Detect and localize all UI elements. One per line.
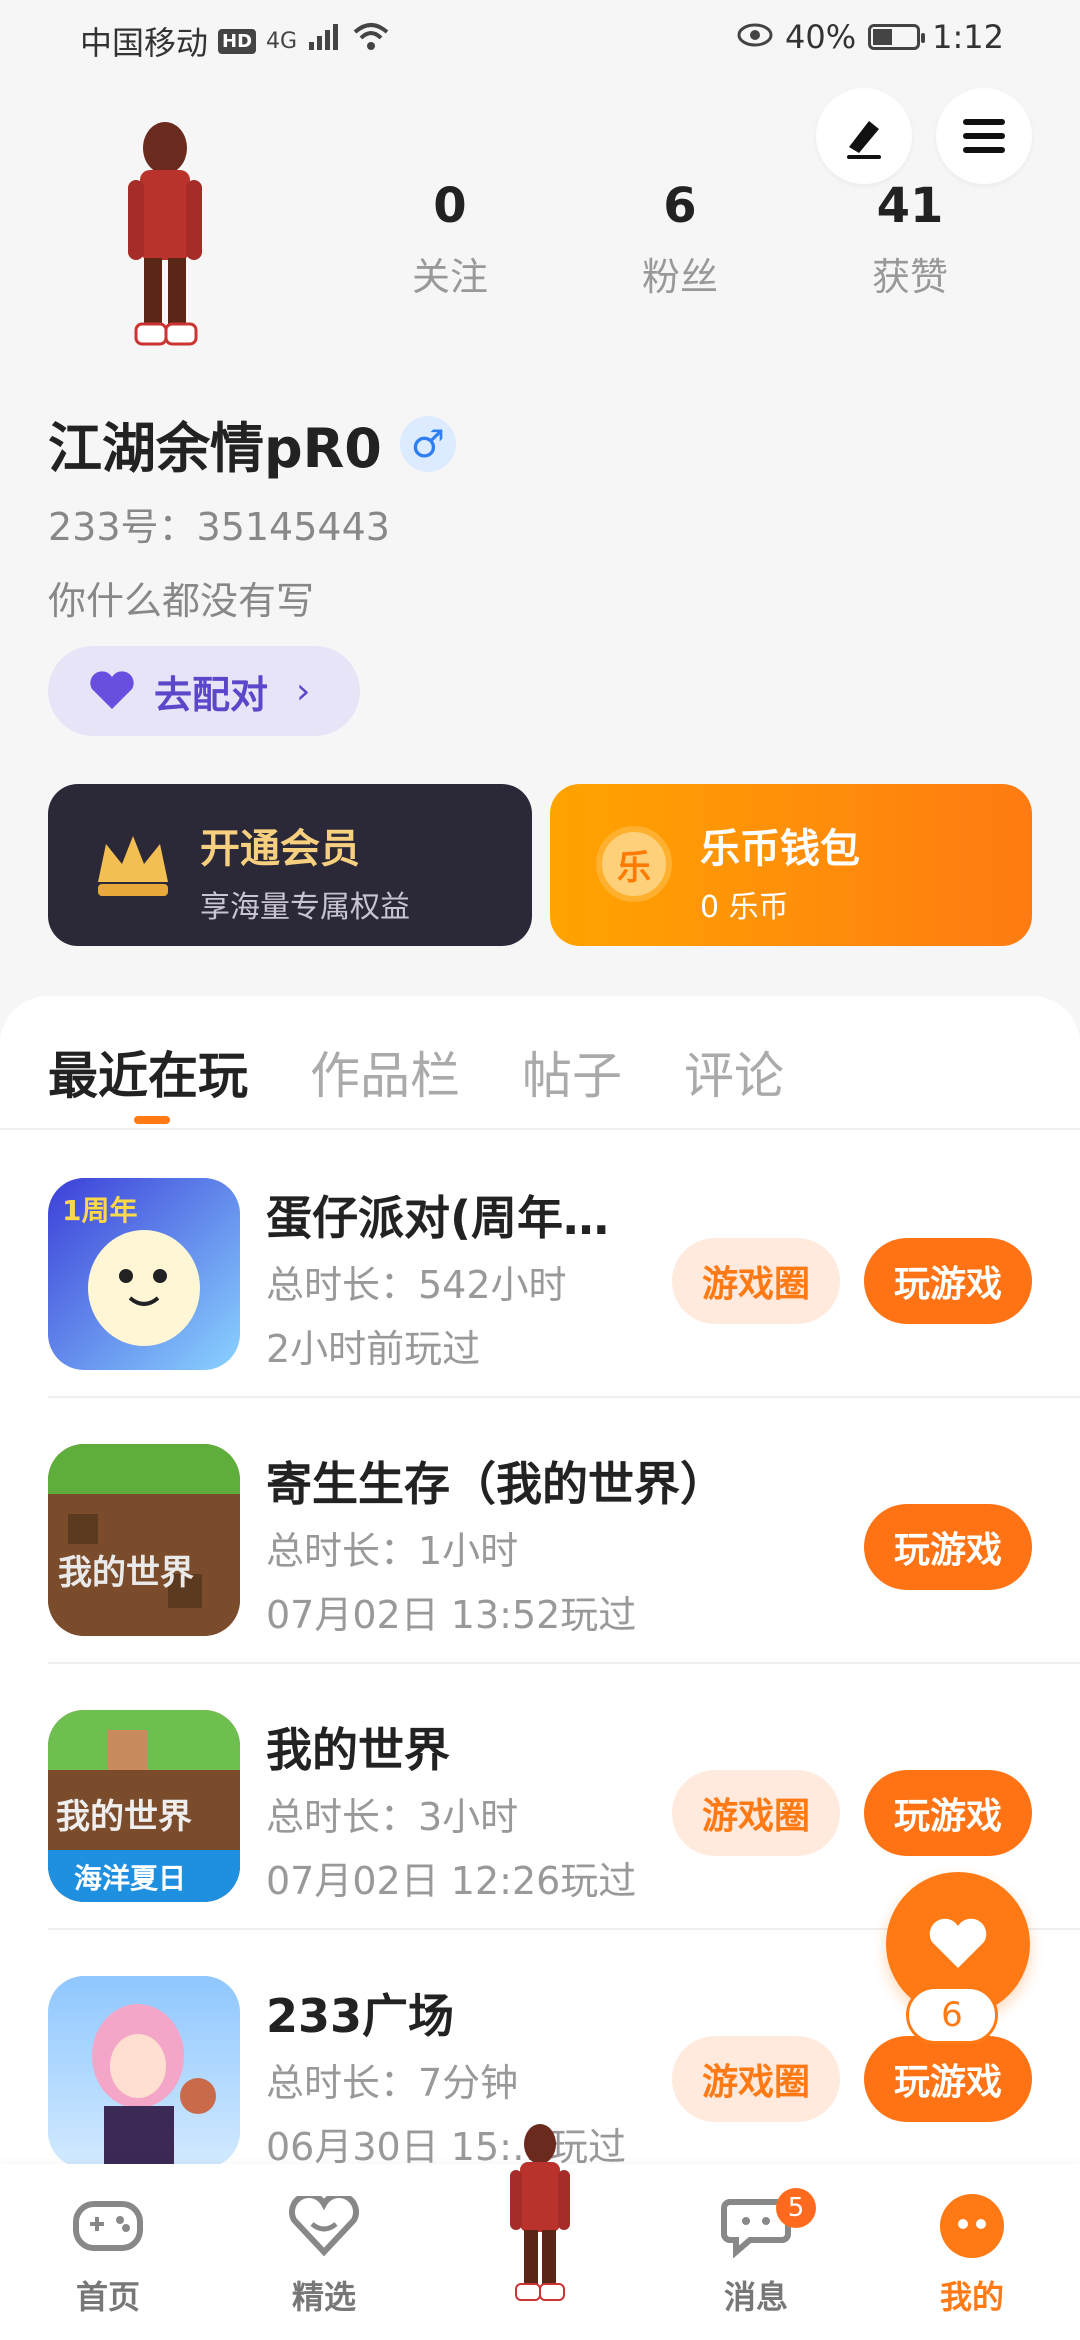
tab-recent[interactable]: 最近在玩 [48,1036,248,1108]
menu-icon [963,119,1005,153]
game-last-played: 07月02日 13:52玩过 [266,1593,637,1637]
status-left: 中国移动 HD 4G [80,18,389,64]
tab-divider [0,1128,1080,1130]
game-title: 我的世界 [266,1723,450,1777]
nav-avatar[interactable] [490,2120,590,2320]
edit-profile-button[interactable] [816,88,912,184]
game-icon-minecraft-ocean: 我的世界 海洋夏日 [48,1710,240,1902]
tab-posts[interactable]: 帖子 [522,1036,622,1108]
message-badge: 5 [776,2188,816,2228]
tabs: 最近在玩 作品栏 帖子 评论 [48,1036,784,1108]
bio: 你什么都没有写 [48,579,315,623]
play-game-button[interactable]: 玩游戏 [864,1770,1032,1856]
coin-icon: 乐 [596,826,672,902]
game-duration: 总时长：1小时 [266,1529,519,1573]
status-right: 40% 1:12 [737,18,1004,56]
crown-icon [98,836,168,896]
game-icon-text: 我的世界 [56,1797,192,1837]
game-icon-text: 海洋夏日 [74,1862,186,1895]
nav-label: 精选 [291,2278,356,2316]
play-game-button[interactable]: 玩游戏 [864,1238,1032,1324]
gamepad-icon [72,2190,144,2262]
network-label: 4G [266,28,298,54]
game-last-played: 2小时前玩过 [266,1327,481,1371]
menu-button[interactable] [936,88,1032,184]
tab-indicator [134,1116,170,1124]
nav-label: 我的 [939,2278,1004,2316]
game-circle-button[interactable]: 游戏圈 [672,2036,840,2122]
battery-icon [868,24,926,50]
signal-icon [307,22,343,60]
game-icon-233-plaza [48,1976,240,2168]
game-title: 233广场 [266,1989,455,2043]
nav-home[interactable]: 首页 [38,2190,178,2318]
username: 江湖余情pR0 [48,417,382,480]
chevron-right-icon: › [296,670,311,712]
tab-comments[interactable]: 评论 [684,1036,784,1108]
edit-icon [847,121,881,159]
match-label: 去配对 [154,672,269,717]
list-item[interactable]: 我的世界 寄生生存（我的世界） 总时长：1小时 07月02日 13:52玩过 玩… [48,1398,1080,1664]
like-count-badge: 6 [906,1986,998,2044]
stat-value: 0 [433,178,467,234]
nav-mine[interactable]: 我的 [902,2190,1042,2318]
game-icon-eggy: 1周年 [48,1178,240,1370]
heart-diamond-icon [288,2190,360,2262]
nav-label: 首页 [75,2278,140,2316]
clock: 1:12 [932,18,1004,56]
nav-messages[interactable]: 5 消息 [686,2188,826,2318]
male-icon: ♂ [399,415,456,472]
hd-icon: HD [218,28,257,54]
stats-row: 0 关注 6 粉丝 41 获赞 [370,178,990,301]
wallet-subtitle: 0 乐币 [700,890,789,925]
wifi-icon [353,22,389,60]
game-duration: 总时长：542小时 [266,1263,567,1307]
username-row: 江湖余情pR0 ♂ [48,404,456,483]
vip-subtitle: 享海量专属权益 [200,890,410,925]
game-icon-text: 1周年 [62,1194,137,1227]
profile-face-icon [936,2190,1008,2262]
carrier-label: 中国移动 [80,24,209,62]
game-title: 寄生生存（我的世界） [266,1457,726,1511]
stat-fans[interactable]: 6 粉丝 [600,178,760,301]
heart-icon [929,1918,987,1968]
heart-icon [90,671,134,709]
stat-value: 41 [876,178,944,234]
tab-works[interactable]: 作品栏 [310,1036,460,1108]
wallet-title: 乐币钱包 [700,826,860,872]
avatar[interactable] [100,120,230,360]
list-item[interactable]: 1周年 蛋仔派对(周年… 总时长：542小时 2小时前玩过 游戏圈 玩游戏 [48,1132,1080,1398]
stat-likes[interactable]: 41 获赞 [830,178,990,301]
play-game-button[interactable]: 玩游戏 [864,2036,1032,2122]
wallet-card[interactable]: 乐 乐币钱包 0 乐币 [550,784,1032,946]
game-icon-minecraft: 我的世界 [48,1444,240,1636]
game-duration: 总时长：7分钟 [266,2061,519,2105]
game-circle-button[interactable]: 游戏圈 [672,1770,840,1856]
play-game-button[interactable]: 玩游戏 [864,1504,1032,1590]
game-title: 蛋仔派对(周年… [266,1191,610,1245]
status-bar: 中国移动 HD 4G 40% 1:12 [0,0,1080,72]
eye-icon [737,18,773,56]
stat-label: 关注 [411,255,488,299]
user-id[interactable]: 233号：35145443 [48,496,390,551]
game-last-played: 07月02日 12:26玩过 [266,1859,637,1903]
stat-label: 粉丝 [641,255,718,299]
stat-following[interactable]: 0 关注 [370,178,530,301]
vip-card[interactable]: 开通会员 享海量专属权益 [48,784,532,946]
vip-title: 开通会员 [200,826,360,872]
nav-label: 消息 [723,2278,788,2316]
game-duration: 总时长：3小时 [266,1795,519,1839]
stat-value: 6 [663,178,697,234]
game-icon-text: 我的世界 [58,1553,194,1593]
nav-featured[interactable]: 精选 [254,2190,394,2318]
game-circle-button[interactable]: 游戏圈 [672,1238,840,1324]
battery-percent: 40% [785,18,857,56]
match-button[interactable]: 去配对 › [48,646,360,736]
stat-label: 获赞 [871,255,948,299]
